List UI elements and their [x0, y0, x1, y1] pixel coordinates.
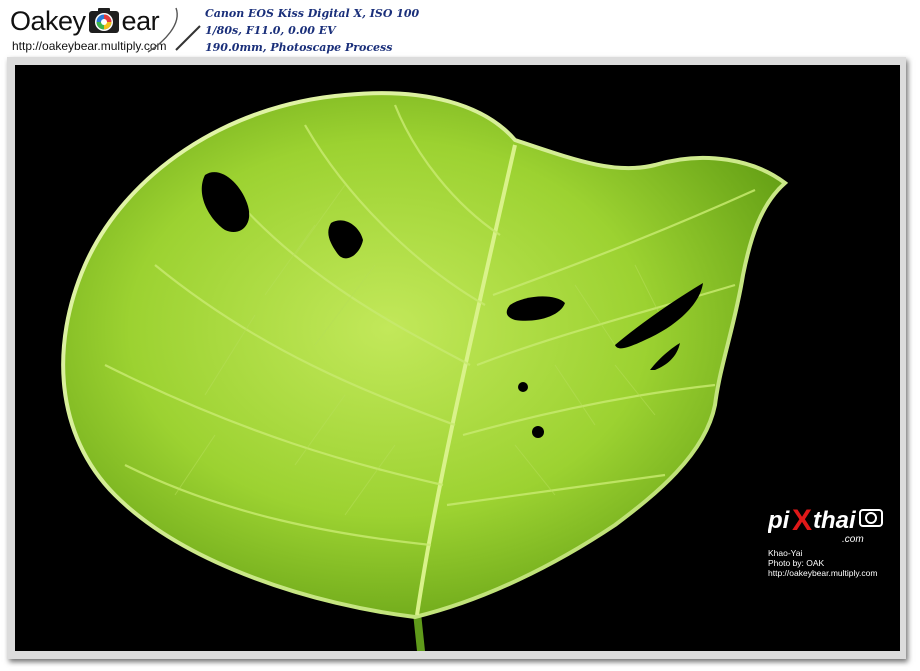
- watermark-url: http://oakeybear.multiply.com: [768, 568, 878, 578]
- pixthai-logo: pi X thai .com: [768, 504, 883, 545]
- watermark-location: Khao-Yai: [768, 548, 803, 558]
- svg-text:pi: pi: [768, 507, 791, 534]
- svg-text:thai: thai: [813, 507, 857, 534]
- exif-camera: Canon EOS Kiss Digital X, ISO 100: [205, 7, 420, 20]
- pixthai-watermark: pi X thai .com Khao-Yai Photo by: OAK ht…: [768, 500, 888, 584]
- exif-info: Canon EOS Kiss Digital X, ISO 100 1/80s,…: [205, 5, 419, 56]
- watermark-credits: Khao-Yai Photo by: OAK http://oakeybear.…: [768, 548, 877, 578]
- oakeybear-logo: Oakey ear: [10, 5, 160, 36]
- camera-lens-icon: [87, 7, 121, 35]
- svg-text:.com: .com: [842, 534, 864, 545]
- logo-url: http://oakeybear.multiply.com: [12, 39, 167, 53]
- logo-text-left: Oakey: [10, 5, 86, 36]
- watermark-credit: Photo by: OAK: [768, 558, 825, 568]
- camera-icon: [859, 509, 883, 527]
- exif-lens: 190.0mm, Photoscape Process: [205, 41, 393, 54]
- header: Oakey ear http://oakeybear.multiply.com …: [0, 0, 920, 56]
- exif-exposure: 1/80s, F11.0, 0.00 EV: [205, 24, 336, 37]
- logo-swoosh-icon: [147, 7, 201, 53]
- leaf-body: [61, 91, 789, 620]
- svg-text:X: X: [792, 504, 812, 537]
